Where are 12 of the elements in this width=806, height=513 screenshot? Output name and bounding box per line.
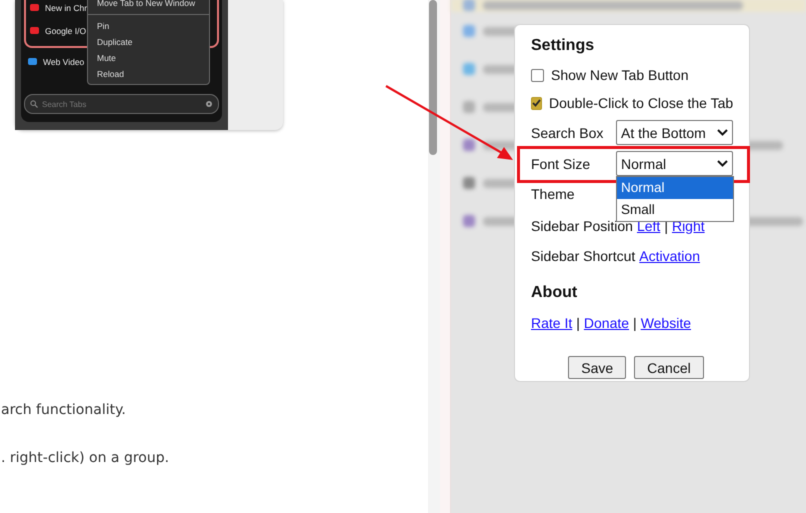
field-label: Search Box	[531, 124, 604, 140]
paragraph: . right-click) on a group.	[1, 450, 170, 466]
field-label: Sidebar Shortcut	[531, 248, 636, 264]
link-separator: |	[633, 315, 637, 331]
checkbox-label: Show New Tab Button	[551, 67, 688, 83]
settings-title: Settings	[531, 36, 596, 56]
checkbox-label: Double-Click to Close the Tab	[549, 95, 734, 111]
section-title: About	[531, 283, 578, 303]
field-label: Font Size	[531, 156, 592, 172]
field-label: Theme	[531, 186, 575, 202]
link-separator: |	[576, 315, 580, 331]
paragraph: arch functionality.	[1, 402, 127, 418]
